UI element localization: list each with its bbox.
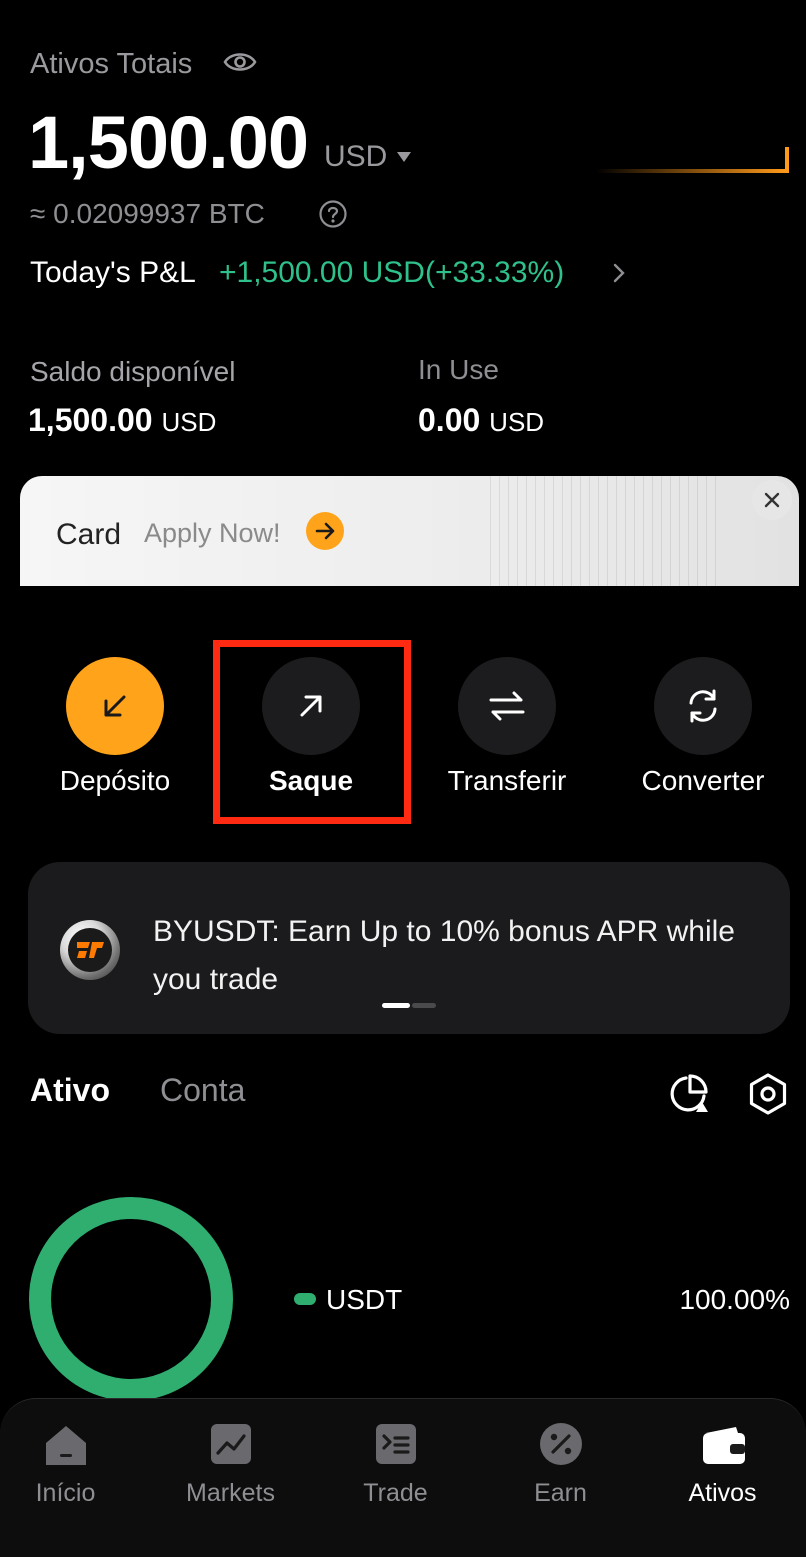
convert-label[interactable]: Converter — [608, 765, 798, 797]
card-promo-banner[interactable]: Card Apply Now! — [20, 476, 799, 586]
allocation-ring — [29, 1197, 233, 1401]
deposit-button[interactable] — [66, 657, 164, 755]
close-icon[interactable] — [752, 480, 792, 520]
available-balance-label: Saldo disponível — [30, 356, 236, 387]
in-use-value: 0.00 USD — [418, 402, 544, 439]
convert-icon — [689, 689, 717, 723]
available-amount: 1,500.00 — [28, 402, 153, 438]
wallet-icon — [702, 1427, 745, 1464]
in-use-label: In Use — [418, 354, 499, 385]
nav-ativos-label: Ativos — [688, 1479, 757, 1507]
close-banner-button[interactable] — [752, 480, 792, 520]
promo-text[interactable]: BYUSDT: Earn Up to 10% bonus APR while y… — [153, 908, 753, 1004]
usdt-legend-name: USDT — [326, 1284, 403, 1315]
available-unit: USD — [161, 407, 217, 437]
arrow-right-icon[interactable] — [306, 512, 344, 550]
pnl-label: Today's P&L — [30, 256, 196, 289]
banner-title: Card — [56, 518, 122, 551]
btc-equivalent: ≈ 0.02099937 BTC — [30, 198, 265, 229]
in-use-amount: 0.00 — [418, 402, 481, 438]
transfer-icon — [489, 691, 525, 721]
settings-icon[interactable] — [746, 1072, 790, 1116]
earn-icon — [539, 1423, 582, 1465]
withdraw-highlight-box — [213, 640, 411, 824]
usdt-legend-swatch — [294, 1293, 316, 1305]
deposit-label[interactable]: Depósito — [20, 765, 210, 797]
tab-conta[interactable]: Conta — [160, 1072, 245, 1109]
nav-inicio[interactable]: Início — [0, 1421, 146, 1508]
arrow-down-left-icon — [104, 695, 126, 717]
caret-down-icon[interactable] — [396, 150, 412, 164]
transfer-label[interactable]: Transferir — [412, 765, 602, 797]
convert-button[interactable] — [654, 657, 752, 755]
nav-markets-label: Markets — [186, 1479, 275, 1507]
help-icon[interactable] — [318, 199, 348, 229]
nav-ativos[interactable]: Ativos — [642, 1421, 803, 1508]
carousel-indicator-active — [382, 1003, 410, 1008]
chevron-right-icon[interactable] — [610, 262, 628, 284]
usdt-legend-percent: 100.00% — [679, 1284, 790, 1315]
eye-icon[interactable] — [222, 46, 258, 78]
apply-now-link[interactable]: Apply Now! — [144, 518, 281, 549]
nav-trade-label: Trade — [363, 1479, 428, 1507]
trade-icon — [375, 1424, 416, 1464]
banner-decoration — [490, 476, 720, 586]
transfer-button[interactable] — [458, 657, 556, 755]
markets-icon — [210, 1424, 251, 1464]
available-balance-value: 1,500.00 USD — [28, 402, 216, 439]
in-use-unit: USD — [489, 407, 545, 437]
tab-ativo[interactable]: Ativo — [30, 1072, 110, 1109]
nav-trade[interactable]: Trade — [315, 1421, 476, 1508]
currency-selector[interactable]: USD — [324, 140, 387, 174]
carousel-indicator[interactable] — [412, 1003, 436, 1008]
nav-inicio-label: Início — [35, 1479, 96, 1507]
home-icon — [45, 1426, 86, 1465]
nav-earn-label: Earn — [534, 1479, 587, 1507]
bottom-navigation: Início Markets Trade Earn Ativos — [0, 1398, 806, 1557]
pnl-value[interactable]: +1,500.00 USD(+33.33%) — [219, 256, 564, 290]
nav-markets[interactable]: Markets — [150, 1421, 311, 1508]
balance-trend-line — [596, 147, 789, 173]
total-balance: 1,500.00 — [28, 101, 309, 184]
byusdt-logo-icon — [60, 920, 120, 980]
allocation-ring-segment-usdt — [29, 1197, 233, 1401]
nav-earn[interactable]: Earn — [480, 1421, 641, 1508]
total-assets-label: Ativos Totais — [30, 48, 193, 80]
pie-chart-icon[interactable] — [666, 1072, 710, 1116]
